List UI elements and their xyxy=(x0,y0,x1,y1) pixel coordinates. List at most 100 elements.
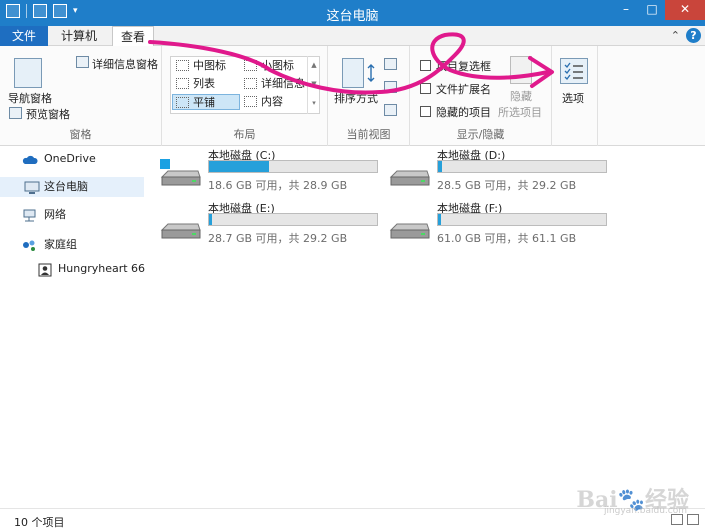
drive-usage-fill xyxy=(209,214,212,225)
layout-item-label: 小图标 xyxy=(261,59,294,72)
sort-arrows-icon xyxy=(366,64,376,82)
drive-usage-fill xyxy=(209,161,269,172)
hidden-items-label: 隐藏的项目 xyxy=(436,106,491,119)
drive-space-info: 28.7 GB 可用，共 29.2 GB xyxy=(208,232,348,245)
drive-tile-e[interactable]: 本地磁盘 (E:) 28.7 GB 可用，共 29.2 GB xyxy=(160,200,380,250)
ribbon-group-label: 显示/隐藏 xyxy=(456,128,505,141)
drive-usage-bar xyxy=(208,213,378,226)
window-controls: – □ ✕ xyxy=(613,0,705,20)
cloud-svg xyxy=(22,155,38,164)
user-icon xyxy=(38,263,52,277)
drive-usage-bar xyxy=(437,213,607,226)
tab-row-right-icons: ⌃ ? xyxy=(671,28,701,43)
file-extensions-label: 文件扩展名 xyxy=(436,83,491,96)
layout-gallery: 中图标 小图标 列表 详细信息 平铺 内容 xyxy=(170,56,320,114)
nav-item-label: 网络 xyxy=(44,208,66,221)
help-icon[interactable]: ? xyxy=(686,28,701,43)
nav-item-user[interactable]: Hungryheart 66 xyxy=(38,259,146,279)
maximize-button[interactable]: □ xyxy=(639,0,665,20)
layout-tiles[interactable]: 平铺 xyxy=(172,94,240,110)
file-extensions-checkbox[interactable] xyxy=(420,83,431,94)
drive-tile-d[interactable]: 本地磁盘 (D:) 28.5 GB 可用，共 29.2 GB xyxy=(389,147,609,197)
ribbon: 导航窗格 预览窗格 详细信息窗格 窗格 布局 中图标 小图标 列表 详细信息 平… xyxy=(0,46,705,146)
drive-usage-bar xyxy=(437,160,607,173)
drive-usage-fill xyxy=(438,161,443,172)
tab-computer[interactable]: 计算机 xyxy=(52,26,106,46)
navigation-pane-icon[interactable] xyxy=(14,58,42,88)
add-columns-icon[interactable] xyxy=(384,81,397,93)
large-icons-view-icon[interactable] xyxy=(687,514,699,525)
sort-arrows-svg xyxy=(367,64,375,82)
tiles-icon xyxy=(176,97,189,108)
network-icon xyxy=(22,209,36,222)
sort-by-icon[interactable] xyxy=(342,58,364,88)
layout-item-label: 内容 xyxy=(261,95,283,108)
minimize-button[interactable]: – xyxy=(613,0,639,20)
list-icon xyxy=(176,78,189,89)
layout-details[interactable]: 详细信息 xyxy=(241,76,307,92)
drive-f-svg xyxy=(389,223,430,239)
item-checkboxes-checkbox[interactable] xyxy=(420,60,431,71)
group-by-icon[interactable] xyxy=(384,58,397,70)
drive-tile-c[interactable]: 本地磁盘 (C:) 18.6 GB 可用，共 28.9 GB xyxy=(160,147,380,197)
options-icon[interactable] xyxy=(560,58,588,84)
layout-item-label: 平铺 xyxy=(193,96,215,109)
ribbon-group-label: 当前视图 xyxy=(346,128,391,141)
drive-space-info: 28.5 GB 可用，共 29.2 GB xyxy=(437,179,577,192)
nav-item-label: 这台电脑 xyxy=(44,180,88,193)
hard-drive-icon xyxy=(160,159,201,187)
details-pane-icon[interactable] xyxy=(76,56,89,68)
collapse-ribbon-icon[interactable]: ⌃ xyxy=(671,29,680,42)
nav-item-this-pc[interactable]: 这台电脑 xyxy=(0,177,144,197)
window-title: 这台电脑 xyxy=(326,9,379,24)
options-button[interactable]: 选项 xyxy=(562,90,584,106)
tab-file[interactable]: 文件 xyxy=(0,26,48,46)
drive-space-info: 18.6 GB 可用，共 28.9 GB xyxy=(208,179,348,192)
ribbon-group-current-view: 排序方式 当前视图 xyxy=(328,46,410,146)
size-columns-icon[interactable] xyxy=(384,104,397,116)
details-pane-button[interactable]: 详细信息窗格 xyxy=(92,56,158,72)
options-checklist-svg xyxy=(564,62,583,80)
layout-content[interactable]: 内容 xyxy=(241,94,307,110)
navigation-pane-button[interactable]: 导航窗格 xyxy=(8,90,52,106)
hard-drive-icon xyxy=(160,212,201,240)
close-button[interactable]: ✕ xyxy=(665,0,705,20)
drive-space-info: 61.0 GB 可用，共 61.1 GB xyxy=(437,232,577,245)
layout-medium-icons[interactable]: 中图标 xyxy=(173,58,241,74)
user-svg xyxy=(38,263,52,277)
computer-svg xyxy=(24,181,40,194)
sort-by-button[interactable]: 排序方式 xyxy=(334,90,378,106)
ribbon-group-show-hide: 项目复选框 文件扩展名 隐藏的项目 隐藏 所选项目 显示/隐藏 xyxy=(410,46,552,146)
drive-tile-f[interactable]: 本地磁盘 (F:) 61.0 GB 可用，共 61.1 GB xyxy=(389,200,609,250)
hide-button[interactable]: 隐藏 xyxy=(510,88,532,104)
layout-list[interactable]: 列表 xyxy=(173,76,241,92)
ribbon-group-label: 布局 xyxy=(233,128,256,141)
homegroup-icon xyxy=(22,239,36,251)
ribbon-group-options: 选项 xyxy=(552,46,598,146)
tab-view[interactable]: 查看 xyxy=(112,26,154,47)
layout-item-label: 列表 xyxy=(193,77,215,90)
hide-selected-items-icon[interactable] xyxy=(510,56,532,84)
computer-icon xyxy=(24,181,40,194)
ribbon-group-panes: 导航窗格 预览窗格 详细信息窗格 窗格 xyxy=(0,46,162,146)
nav-item-network[interactable]: 网络 xyxy=(22,205,142,225)
layout-gallery-scroll[interactable]: ▲ ▼ ▾ xyxy=(307,56,320,114)
drive-usage-fill xyxy=(438,214,441,225)
content-area: 本地磁盘 (C:) 18.6 GB 可用，共 28.9 GB 本地磁盘 (D:)… xyxy=(146,147,705,507)
ribbon-tab-row: 文件 计算机 查看 ⌃ ? xyxy=(0,26,705,47)
layout-small-icons[interactable]: 小图标 xyxy=(241,58,307,74)
selected-items-label: 所选项目 xyxy=(498,106,542,119)
hard-drive-icon xyxy=(389,159,430,187)
content-icon xyxy=(244,96,257,107)
item-count: 10 个项目 xyxy=(14,516,65,529)
preview-pane-button[interactable]: 预览窗格 xyxy=(26,106,70,122)
nav-item-onedrive[interactable]: OneDrive xyxy=(22,149,142,169)
navigation-pane: OneDrive 这台电脑 网络 家庭组 Hungryheart 66 xyxy=(0,147,146,507)
medium-icons-icon xyxy=(176,60,189,71)
watermark-url: jingyan.baidu.com xyxy=(603,506,687,516)
nav-item-homegroup[interactable]: 家庭组 xyxy=(22,235,142,255)
hidden-items-checkbox[interactable] xyxy=(420,106,431,117)
small-icons-icon xyxy=(244,60,257,71)
preview-pane-icon[interactable] xyxy=(9,107,22,119)
drive-usage-bar xyxy=(208,160,378,173)
